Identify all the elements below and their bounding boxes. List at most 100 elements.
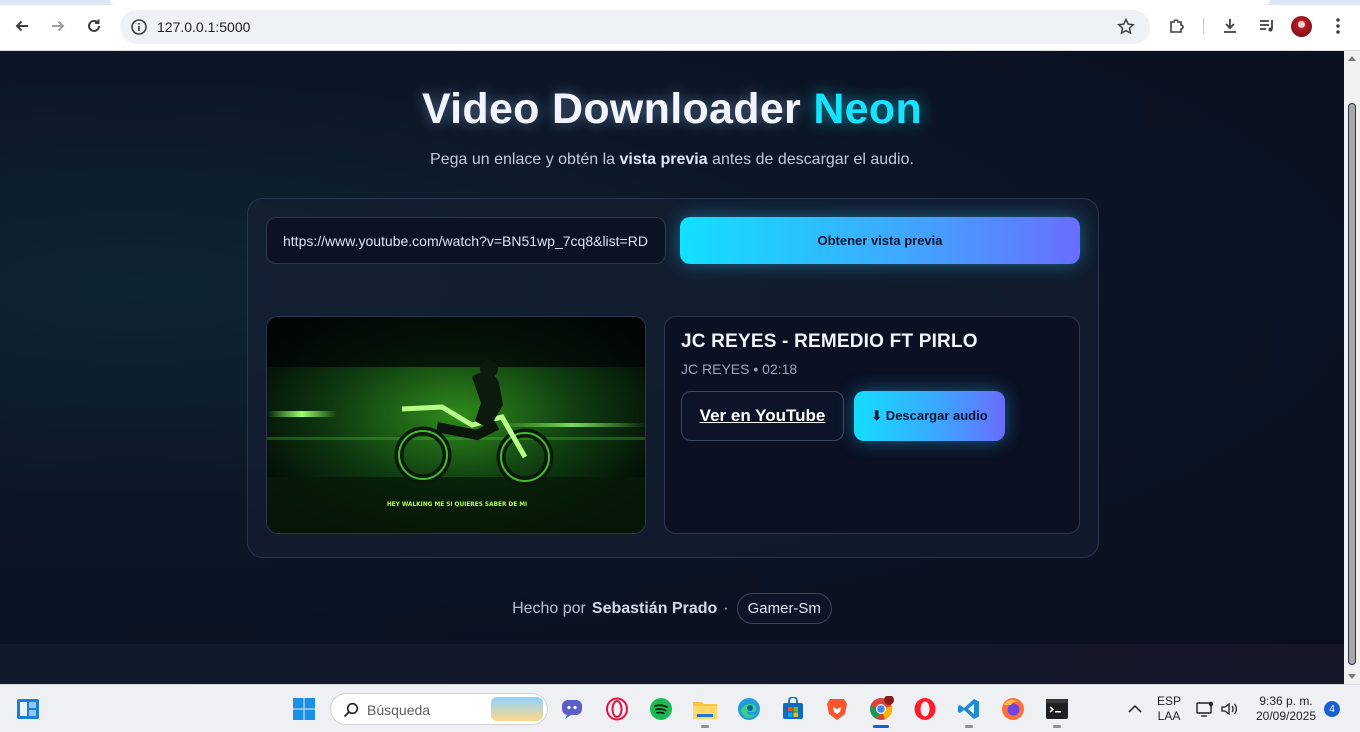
back-button[interactable]	[10, 14, 34, 38]
search-icon	[343, 702, 359, 718]
widgets-button[interactable]	[14, 695, 42, 723]
media-control-button[interactable]	[1255, 14, 1279, 38]
spotify-icon	[650, 698, 672, 720]
system-clock[interactable]: 9:36 p. m. 20/09/2025	[1248, 694, 1324, 724]
download-icon	[1224, 19, 1236, 33]
taskbar-app-spotify[interactable]	[647, 695, 675, 723]
speaker-icon	[1221, 702, 1238, 716]
chrome-icon	[870, 696, 894, 720]
scrollbar-thumb[interactable]	[1348, 103, 1356, 665]
taskbar-app-opera-gx[interactable]	[603, 695, 631, 723]
footer-author-chip[interactable]: Gamer-Sm	[736, 593, 832, 624]
taskbar-app-edge[interactable]	[735, 695, 763, 723]
running-indicator	[965, 725, 973, 728]
edge-icon	[738, 698, 760, 720]
more-vertical-icon	[1336, 18, 1340, 34]
widgets-icon	[17, 699, 39, 719]
folder-icon	[693, 702, 717, 719]
running-indicator	[1053, 725, 1061, 728]
video-thumbnail: HEY WALKING ME SI QUIERES SABER DE MI	[266, 316, 646, 534]
get-preview-button[interactable]: Obtener vista previa	[680, 217, 1080, 264]
running-indicator	[701, 725, 709, 728]
scroll-down-icon[interactable]	[1348, 674, 1356, 679]
brave-lion-icon	[827, 699, 847, 720]
input-language[interactable]: ESP LAA	[1152, 694, 1186, 724]
page-title: Video Downloader Neon	[0, 85, 1344, 134]
toolbar-divider	[1203, 18, 1204, 34]
taskbar-app-brave[interactable]	[823, 695, 851, 723]
profile-avatar[interactable]	[1291, 16, 1312, 37]
opera-icon	[914, 698, 936, 720]
show-hidden-icons-button[interactable]	[1121, 695, 1149, 723]
taskbar-app-vscode[interactable]	[955, 695, 983, 723]
tab-strip	[0, 0, 1360, 5]
page-scrollbar[interactable]	[1344, 51, 1360, 684]
media-queue-icon	[1260, 20, 1273, 32]
web-page: Video Downloader Neon Pega un enlace y o…	[0, 51, 1344, 644]
site-info-icon[interactable]	[130, 18, 148, 36]
download-audio-button[interactable]: ⬇ Descargar audio	[854, 391, 1005, 441]
chat-app-icon	[562, 700, 582, 719]
taskbar-app-terminal[interactable]	[1043, 695, 1071, 723]
video-meta: JC REYES • 02:18	[681, 361, 797, 377]
footer-separator: ·	[723, 599, 729, 617]
windows-logo-icon	[293, 698, 315, 720]
arrow-right-icon	[52, 20, 65, 32]
page-bottom-area	[0, 644, 1344, 684]
subtitle-pre: Pega un enlace y obtén la	[430, 151, 620, 168]
bookmark-star-icon[interactable]	[1116, 17, 1136, 37]
arrow-left-icon	[15, 20, 28, 32]
forward-button[interactable]	[46, 14, 70, 38]
page-footer: Hecho por Sebastián Prado · Gamer-Sm	[0, 593, 1344, 624]
taskbar-app-chat[interactable]	[558, 695, 586, 723]
firefox-icon	[1002, 698, 1024, 720]
search-highlight-image	[491, 697, 543, 721]
meta-separator: •	[753, 361, 759, 377]
address-bar[interactable]: 127.0.0.1:5000	[120, 10, 1150, 44]
start-button[interactable]	[290, 695, 318, 723]
notification-badge[interactable]: 4	[1324, 701, 1340, 717]
browser-toolbar: 127.0.0.1:5000	[0, 0, 1360, 51]
video-info-panel: JC REYES - REMEDIO FT PIRLO JC REYES • 0…	[664, 316, 1080, 534]
page-subtitle: Pega un enlace y obtén la vista previa a…	[0, 151, 1344, 169]
volume-control[interactable]	[1218, 695, 1240, 723]
video-channel: JC REYES	[681, 361, 750, 377]
puzzle-icon	[1170, 19, 1184, 33]
reload-icon	[88, 19, 100, 32]
clock-time: 9:36 p. m.	[1259, 694, 1313, 708]
subtitle-bold: vista previa	[619, 151, 708, 168]
language-code: ESP	[1156, 694, 1181, 708]
reload-button[interactable]	[82, 14, 106, 38]
video-url-input[interactable]	[266, 217, 666, 264]
taskbar-app-firefox[interactable]	[999, 695, 1027, 723]
video-duration: 02:18	[762, 361, 798, 377]
extensions-button[interactable]	[1165, 14, 1189, 38]
chevron-up-icon	[1128, 704, 1142, 713]
downloads-button[interactable]	[1218, 14, 1242, 38]
taskbar-app-chrome[interactable]	[867, 695, 895, 723]
search-placeholder[interactable]: Búsqueda	[367, 702, 430, 718]
taskbar-app-file-explorer[interactable]	[691, 695, 719, 723]
taskbar-app-store[interactable]	[779, 695, 807, 723]
network-status[interactable]	[1194, 695, 1216, 723]
network-icon	[1196, 701, 1214, 717]
taskbar-app-opera[interactable]	[911, 695, 939, 723]
store-icon	[783, 697, 803, 719]
subtitle-post: antes de descargar el audio.	[707, 151, 914, 168]
title-accent: Neon	[813, 85, 923, 133]
keyboard-layout: LAA	[1157, 709, 1181, 723]
clock-date: 20/09/2025	[1255, 709, 1317, 723]
taskbar-search[interactable]: Búsqueda	[330, 693, 548, 725]
windows-taskbar: Búsqueda ESP LAA 9:36 p. m. 20/09/2025 4	[0, 684, 1360, 732]
downloader-card: Obtener vista previa	[247, 198, 1099, 558]
vscode-icon	[958, 699, 979, 719]
thumbnail-caption: HEY WALKING ME SI QUIERES SABER DE MI	[387, 502, 527, 508]
browser-menu-button[interactable]	[1326, 14, 1350, 38]
url-text[interactable]: 127.0.0.1:5000	[157, 19, 250, 35]
footer-made-by: Hecho por	[512, 599, 586, 617]
scroll-up-icon[interactable]	[1348, 56, 1356, 61]
watch-on-youtube-button[interactable]: Ver en YouTube	[681, 391, 844, 441]
active-app-indicator	[873, 725, 889, 728]
terminal-icon	[1046, 699, 1068, 719]
footer-author: Sebastián Prado	[591, 599, 718, 617]
